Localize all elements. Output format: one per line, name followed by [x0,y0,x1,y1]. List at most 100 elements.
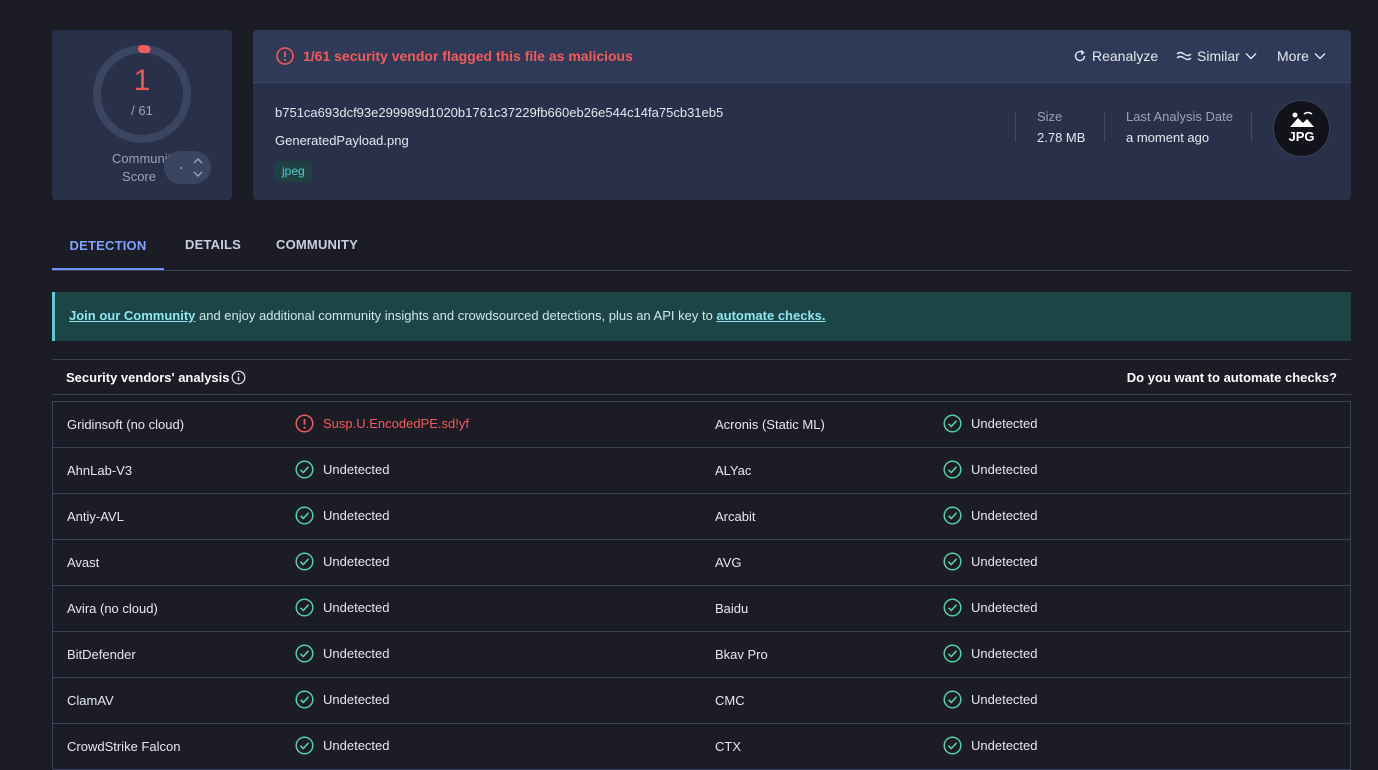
vendor-row: Avast Undetected AVG Undetected [53,540,1350,586]
file-type-label: JPG [1288,129,1315,144]
community-score-card: 1 / 61 Community Score [52,30,232,200]
check-circle-icon [943,598,962,617]
vendors-analysis-header: Security vendors' analysis Do you want t… [52,359,1351,395]
check-circle-icon [943,506,962,525]
vendor-result: Undetected [295,736,390,755]
vendors-analysis-title: Security vendors' analysis [66,370,230,385]
community-vote-widget[interactable] [164,151,211,184]
vendor-result: Undetected [295,598,390,617]
check-circle-icon [295,736,314,755]
check-circle-icon [295,644,314,663]
divider [1015,112,1016,142]
tab-details[interactable]: DETAILS [185,237,241,270]
file-tag[interactable]: jpeg [275,161,312,182]
vendor-row: Gridinsoft (no cloud) Susp.U.EncodedPE.sd… [53,402,1350,448]
vendor-name: ClamAV [67,693,114,708]
detection-count: 1 [133,64,151,97]
chevron-down-icon [1245,53,1257,60]
check-circle-icon [943,552,962,571]
alert-bar: 1/61 security vendor flagged this file a… [253,30,1351,83]
vendors-table: Gridinsoft (no cloud) Susp.U.EncodedPE.sd… [52,401,1351,770]
chevron-down-icon [1314,53,1326,60]
similar-label: Similar [1197,48,1240,64]
vendor-name: BitDefender [67,647,136,662]
check-circle-icon [943,644,962,663]
vendor-result-label: Undetected [323,508,390,523]
vendor-row: BitDefender Undetected Bkav Pro Undetected [53,632,1350,678]
refresh-icon [1074,49,1086,62]
community-score-label-line2: Score [122,169,156,184]
info-icon[interactable] [231,370,246,385]
vendor-result: Undetected [295,644,390,663]
check-circle-icon [943,690,962,709]
vendor-name: Avira (no cloud) [67,601,158,616]
file-header-card: 1/61 security vendor flagged this file a… [253,30,1351,200]
vendor-row: Antiy-AVL Undetected Arcabit Undetected [53,494,1350,540]
more-label: More [1277,48,1309,64]
check-circle-icon [295,598,314,617]
vendor-result-label: Susp.U.EncodedPE.sd!yf [323,416,469,431]
vendor-name: Bkav Pro [715,647,768,662]
vendor-name: Arcabit [715,509,756,524]
community-score-label-line1: Community [112,151,178,166]
vendor-result-label: Undetected [971,646,1038,661]
vendor-result-label: Undetected [971,416,1038,431]
vendor-result: Undetected [943,552,1038,571]
vendor-name: ALYac [715,463,752,478]
vendor-result: Susp.U.EncodedPE.sd!yf [295,414,469,433]
vendor-result: Undetected [943,460,1038,479]
vendor-total: / 61 [131,103,153,118]
banner-text: Join our Community and enjoy additional … [69,308,826,323]
tab-detection[interactable]: DETECTION [52,237,164,270]
vendor-name: Gridinsoft (no cloud) [67,417,185,432]
last-analysis-label: Last Analysis Date [1126,109,1233,124]
vendor-name: Antiy-AVL [67,509,124,524]
community-score-label: Community Score [112,150,178,186]
vendor-row: CrowdStrike Falcon Undetected CTX Undetecte… [53,724,1350,770]
alert-circle-icon [295,414,314,433]
vendor-name: AVG [715,555,742,570]
vendor-result-label: Undetected [323,600,390,615]
vendor-result-label: Undetected [323,462,390,477]
vendor-result-label: Undetected [323,738,390,753]
vendor-result-label: Undetected [971,692,1038,707]
vendor-result-label: Undetected [971,462,1038,477]
file-hash[interactable]: b751ca693dcf93e299989d1020b1761c37229fb6… [275,105,723,120]
vendor-result-label: Undetected [323,554,390,569]
join-community-link[interactable]: Join our Community [69,308,195,323]
check-circle-icon [943,414,962,433]
vendor-result-label: Undetected [971,508,1038,523]
similar-button[interactable]: Similar [1176,46,1257,66]
divider [1104,112,1105,142]
last-analysis-value: a moment ago [1126,130,1210,145]
automate-checks-prompt[interactable]: Do you want to automate checks? [1127,370,1337,385]
check-circle-icon [295,552,314,571]
vendor-result-label: Undetected [323,646,390,661]
vendor-result: Undetected [295,552,390,571]
tab-community[interactable]: COMMUNITY [276,237,358,270]
size-label: Size [1037,109,1063,124]
vendor-result: Undetected [295,506,390,525]
file-type-badge: JPG [1273,100,1330,157]
tabs-divider [52,270,1351,271]
vendor-result: Undetected [943,736,1038,755]
vendor-result: Undetected [943,598,1038,617]
automate-checks-link[interactable]: automate checks. [716,308,825,323]
vendor-name: Baidu [715,601,749,616]
alert-icon [276,47,294,65]
vendor-result: Undetected [943,414,1038,433]
vendor-row: Avira (no cloud) Undetected Baidu Undetecte… [53,586,1350,632]
check-circle-icon [943,736,962,755]
vendor-result-label: Undetected [971,738,1038,753]
vendor-name: CTX [715,739,741,754]
check-circle-icon [295,460,314,479]
check-circle-icon [295,506,314,525]
vendor-result-label: Undetected [971,600,1038,615]
vendor-name: CrowdStrike Falcon [67,739,181,754]
more-button[interactable]: More [1277,46,1326,66]
vendor-name: Avast [67,555,100,570]
image-file-icon [1290,111,1314,127]
alert-message: 1/61 security vendor flagged this file a… [303,48,633,64]
similar-icon [1176,51,1192,61]
reanalyze-button[interactable]: Reanalyze [1073,46,1158,66]
